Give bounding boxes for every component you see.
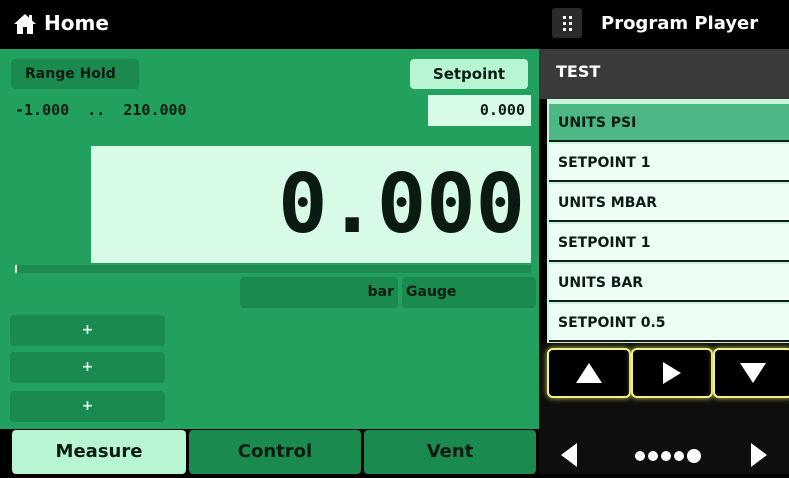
range-text: -1.000 .. 210.000: [15, 101, 187, 119]
add-function-button-3[interactable]: +: [10, 391, 165, 422]
list-item[interactable]: UNITS MBAR: [549, 184, 789, 222]
page-dot: [661, 451, 671, 461]
step-up-button[interactable]: [547, 348, 631, 398]
gauge-mode-button[interactable]: Gauge: [402, 277, 536, 308]
range-bar: [15, 265, 531, 273]
up-arrow-icon: [576, 363, 602, 383]
play-icon: [663, 362, 681, 384]
tab-control[interactable]: Control: [189, 430, 361, 474]
unit-button[interactable]: bar: [240, 277, 398, 308]
list-item[interactable]: UNITS BAR: [549, 264, 789, 302]
page-back-button[interactable]: [549, 437, 589, 474]
down-arrow-icon: [740, 363, 766, 383]
home-icon[interactable]: [13, 12, 37, 36]
left-arrow-icon: [561, 443, 577, 467]
list-item[interactable]: UNITS PSI: [549, 104, 789, 142]
page-dot: [687, 449, 701, 463]
pressure-reading: 0.000: [91, 146, 531, 263]
range-bar-fill: [15, 265, 17, 273]
right-arrow-icon: [751, 443, 767, 467]
add-function-button-2[interactable]: +: [10, 352, 165, 383]
grid-dots-icon[interactable]: [552, 8, 582, 38]
setpoint-button[interactable]: Setpoint: [410, 59, 528, 89]
range-hold-button[interactable]: Range Hold: [11, 59, 139, 89]
add-function-button-1[interactable]: +: [10, 315, 165, 346]
page-indicator: [630, 444, 730, 468]
step-down-button[interactable]: [713, 348, 789, 398]
page-title: Home: [44, 11, 109, 35]
list-item[interactable]: SETPOINT 1: [549, 224, 789, 262]
tab-measure[interactable]: Measure: [12, 430, 186, 474]
program-player-title: Program Player: [601, 13, 759, 34]
page-dot: [674, 451, 684, 461]
play-step-button[interactable]: [631, 348, 713, 398]
program-name: TEST: [556, 62, 601, 81]
setpoint-value-field[interactable]: 0.000: [428, 95, 531, 126]
page-forward-button[interactable]: [739, 437, 779, 474]
page-dot: [648, 451, 658, 461]
tab-vent[interactable]: Vent: [364, 430, 536, 474]
page-dot: [635, 451, 645, 461]
list-item[interactable]: SETPOINT 0.5: [549, 304, 789, 342]
list-item[interactable]: SETPOINT 1: [549, 144, 789, 182]
